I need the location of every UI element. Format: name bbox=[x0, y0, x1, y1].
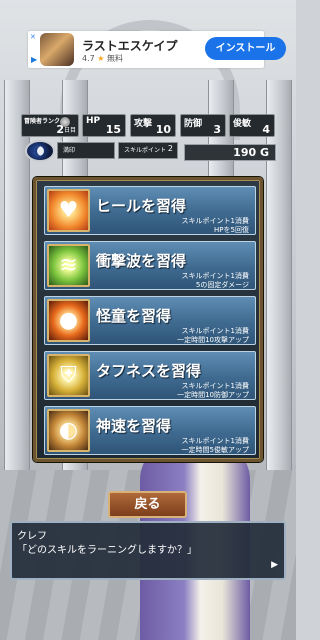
star-icon: ★ bbox=[97, 54, 105, 63]
skill-name: 衝撃波を習得 bbox=[96, 252, 187, 270]
next-arrow-icon[interactable]: ▶ bbox=[271, 560, 278, 570]
shockwave-icon: ≋ bbox=[47, 244, 90, 287]
speed-icon: ◐ bbox=[47, 409, 90, 452]
ad-banner[interactable]: ✕ ▶ ラストエスケイプ 4.7 ★ 無料 インストール bbox=[28, 31, 286, 68]
ad-install-button[interactable]: インストール bbox=[205, 37, 286, 60]
rank-unit: 日目 bbox=[63, 127, 76, 134]
skill-option-heal[interactable]: ♥ ヒールを習得 スキルポイント1消費 HPを5回復 bbox=[44, 186, 256, 235]
hp-panel: HP 15 bbox=[82, 114, 126, 137]
dialog-text: 「どのスキルをラーニングしますか？」 bbox=[17, 545, 197, 556]
shield-icon: ⛨ bbox=[47, 354, 90, 397]
mp-label: 満印 bbox=[63, 147, 76, 154]
ad-info-icon[interactable]: ▶ bbox=[31, 55, 37, 64]
skill-cost: スキルポイント1消費 一定時間10攻撃アップ bbox=[177, 327, 249, 344]
moon-emblem-icon bbox=[25, 140, 55, 162]
skill-learning-panel: ♥ ヒールを習得 スキルポイント1消費 HPを5回復 ≋ 衝撃波を習得 スキルポイ… bbox=[33, 177, 263, 462]
heart-icon: ♥ bbox=[47, 189, 90, 232]
dialog-speaker: クレフ bbox=[17, 531, 47, 542]
skill-option-toughness[interactable]: ⛨ タフネスを習得 スキルポイント1消費 一定時間10防御アップ bbox=[44, 351, 256, 400]
agility-value: 4 bbox=[262, 123, 270, 136]
skill-option-shockwave[interactable]: ≋ 衝撃波を習得 スキルポイント1消費 5の固定ダメージ bbox=[44, 241, 256, 290]
skill-points-label: スキルポイント bbox=[124, 147, 167, 154]
hp-value: 15 bbox=[105, 123, 121, 136]
defense-panel: 防御 3 bbox=[180, 114, 226, 137]
adventurer-rank-panel: 冒険者ランク 2 日目 bbox=[21, 114, 79, 137]
skill-cost: スキルポイント1消費 一定時間10防御アップ bbox=[177, 382, 249, 399]
agility-panel: 俊敏 4 bbox=[229, 114, 275, 137]
skill-cost: スキルポイント1消費 一定時間5俊敏アップ bbox=[181, 437, 249, 454]
ad-app-title: ラストエスケイプ bbox=[82, 39, 178, 53]
attack-panel: 攻撃 10 bbox=[130, 114, 176, 137]
ad-app-thumbnail bbox=[40, 33, 74, 66]
skill-name: 神速を習得 bbox=[96, 417, 172, 435]
attack-label: 攻撃 bbox=[134, 119, 153, 129]
skill-name: タフネスを習得 bbox=[96, 362, 202, 380]
ad-rating: 4.7 ★ 無料 bbox=[82, 54, 123, 63]
skill-cost: スキルポイント1消費 5の固定ダメージ bbox=[181, 272, 249, 289]
agility-label: 俊敏 bbox=[233, 119, 252, 129]
rank-label: 冒険者ランク bbox=[24, 118, 61, 125]
dialog-box[interactable]: クレフ 「どのスキルをラーニングしますか？」 ▶ bbox=[10, 521, 286, 580]
back-button[interactable]: 戻る bbox=[108, 491, 187, 518]
skill-option-demon-child[interactable]: ● 怪童を習得 スキルポイント1消費 一定時間10攻撃アップ bbox=[44, 296, 256, 345]
gold-display: 190 G bbox=[184, 144, 276, 161]
skill-name: 怪童を習得 bbox=[96, 307, 172, 325]
mp-panel: 満印 bbox=[57, 142, 115, 159]
defense-label: 防御 bbox=[184, 119, 203, 129]
rank-value: 2 bbox=[56, 123, 64, 136]
skill-name: ヒールを習得 bbox=[96, 197, 187, 215]
demon-child-icon: ● bbox=[47, 299, 90, 342]
skill-option-godspeed[interactable]: ◐ 神速を習得 スキルポイント1消費 一定時間5俊敏アップ bbox=[44, 406, 256, 455]
skill-cost: スキルポイント1消費 HPを5回復 bbox=[181, 217, 249, 234]
defense-value: 3 bbox=[213, 123, 221, 136]
attack-value: 10 bbox=[155, 123, 171, 136]
ad-close-icon[interactable]: ✕ bbox=[30, 33, 36, 41]
skill-points-panel: スキルポイント 2 bbox=[118, 142, 178, 159]
skill-points-value: 2 bbox=[167, 144, 173, 153]
hp-label: HP bbox=[86, 116, 101, 126]
